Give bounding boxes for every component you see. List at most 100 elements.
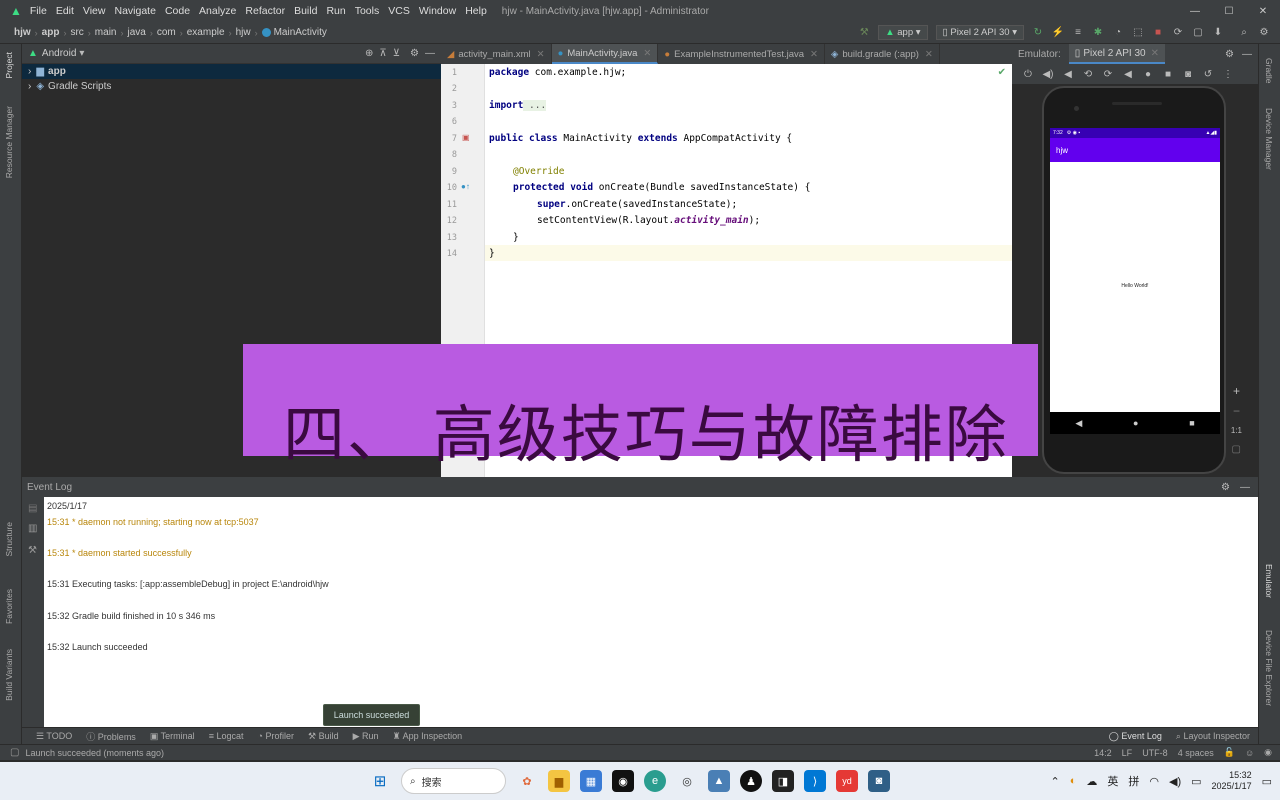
tab-structure[interactable]: Structure [4,522,14,557]
event-log-body[interactable]: 2025/1/17 15:31 * daemon not running; st… [44,497,1258,727]
nav-back-icon[interactable]: ◀ [1075,418,1082,429]
battery-icon[interactable]: ▭ [1191,775,1201,788]
qq-icon[interactable]: ♟ [740,770,762,792]
close-icon[interactable]: ✕ [1151,48,1159,59]
activity-gutter-icon[interactable]: ▣ [462,133,470,142]
sdk-manager-icon[interactable]: ⬇ [1210,25,1226,41]
status-panel-icon[interactable]: ▢ [10,747,19,758]
chevron-down-icon[interactable]: ▾ [79,48,84,59]
hide-icon[interactable]: — [1240,482,1250,493]
snapshot-icon[interactable]: ↺ [1200,66,1216,82]
menu-edit[interactable]: Edit [56,5,74,17]
app-icon[interactable]: ◎ [676,770,698,792]
menu-help[interactable]: Help [465,5,487,17]
tab-layout-inspector[interactable]: ⌕ Layout Inspector [1176,731,1250,742]
zoom-in-icon[interactable]: + [1233,384,1240,398]
stop-icon[interactable]: ■ [1150,25,1166,41]
target-icon[interactable]: ⊕ [365,48,373,59]
tab-device-manager[interactable]: Device Manager [1264,108,1274,170]
device-select[interactable]: ▯ Pixel 2 API 30 ▾ [935,25,1024,40]
start-icon[interactable]: ⊞ [369,770,391,792]
menu-vcs[interactable]: VCS [388,5,410,17]
search-icon[interactable]: ⌕ [1236,25,1252,41]
tab-run[interactable]: ▶ Run [353,731,379,742]
notifications-icon[interactable]: ▭ [1262,775,1272,788]
menu-refactor[interactable]: Refactor [245,5,285,17]
expand-all-icon[interactable]: ⊻ [393,48,400,59]
mark-read-icon[interactable]: ▤ [28,503,37,514]
notification-icon[interactable]: ◉ [1264,747,1272,758]
caret-position[interactable]: 14:2 [1094,748,1112,758]
chevron-up-icon[interactable]: ⌃ [1051,775,1060,788]
tree-item-app[interactable]: › ▆ app [22,64,441,79]
breadcrumb-item[interactable]: app [42,27,60,38]
hammer-icon[interactable]: ⚒ [856,25,872,41]
cloud-icon[interactable]: ☁ [1086,775,1097,788]
tab-resource-manager[interactable]: Resource Manager [4,106,14,178]
zoom-actual-label[interactable]: 1:1 [1231,426,1242,435]
tab-app-inspection[interactable]: ♜ App Inspection [393,731,463,742]
hide-icon[interactable]: — [425,48,435,59]
power-icon[interactable]: ⏻ [1020,66,1036,82]
lock-icon[interactable]: 🔓 [1224,747,1235,758]
menu-view[interactable]: View [83,5,106,17]
close-icon[interactable]: ✕ [810,49,818,60]
apply-code-changes-icon[interactable]: ≡ [1070,25,1086,41]
breadcrumb-item[interactable]: main [95,27,117,38]
widget-icon[interactable]: ✿ [516,770,538,792]
gear-icon[interactable]: ⚙ [410,48,419,59]
rotate-right-icon[interactable]: ⟳ [1100,66,1116,82]
menu-file[interactable]: File [30,5,47,17]
run-config-select[interactable]: ▲ app ▾ [878,25,928,40]
back-icon[interactable]: ◀ [1120,66,1136,82]
edge-icon[interactable]: e [644,770,666,792]
close-icon[interactable]: ✕ [643,48,651,59]
profile-icon[interactable]: ◔ [1110,25,1126,41]
sync-gradle-icon[interactable]: ⟳ [1170,25,1186,41]
debug-icon[interactable]: ✱ [1090,25,1106,41]
close-icon[interactable]: ✕ [537,49,545,60]
settings-icon[interactable]: ⚙ [1256,25,1272,41]
clock[interactable]: 15:32 2025/1/17 [1212,770,1252,792]
tab-build-variants[interactable]: Build Variants [4,649,14,701]
breadcrumb-item[interactable]: java [127,27,145,38]
tab-example-instrumented-test[interactable]: ● ExampleInstrumentedTest.java ✕ [658,44,825,64]
tree-item-gradle-scripts[interactable]: › ◈ Gradle Scripts [22,79,441,94]
breadcrumb-item[interactable]: example [187,27,225,38]
wifi-icon[interactable]: ◠ [1149,775,1159,788]
vscode-icon[interactable]: ⟩ [804,770,826,792]
tab-todo[interactable]: ☰ TODO [36,731,72,742]
github-icon[interactable]: ◉ [612,770,634,792]
maximize-button[interactable]: ☐ [1212,6,1246,17]
more-icon[interactable]: ⋮ [1220,66,1236,82]
hide-icon[interactable]: — [1242,49,1252,60]
tab-gradle[interactable]: Gradle [1264,58,1274,84]
tab-favorites[interactable]: Favorites [4,589,14,624]
zoom-out-icon[interactable]: − [1233,404,1240,418]
breadcrumb-item[interactable]: hjw [14,27,31,38]
menu-code[interactable]: Code [165,5,190,17]
volume-icon[interactable]: ◀) [1169,775,1181,788]
gear-icon[interactable]: ⚙ [1221,482,1230,493]
tab-activity-main-xml[interactable]: ◢ activity_main.xml ✕ [441,44,552,64]
close-icon[interactable]: ✕ [925,49,933,60]
tab-build[interactable]: ⚒ Build [308,731,339,742]
code-folded[interactable]: ... [523,100,547,111]
breadcrumb-item[interactable]: com [157,27,176,38]
home-icon[interactable]: ● [1140,66,1156,82]
photos-icon[interactable]: ▲ [708,770,730,792]
store-icon[interactable]: ▦ [580,770,602,792]
tab-event-log[interactable]: ◯ Event Log [1109,731,1162,742]
device-manager-icon[interactable]: ▢ [1190,25,1206,41]
nav-home-icon[interactable]: ● [1133,418,1138,428]
fit-screen-icon[interactable]: ▢ [1232,444,1241,455]
collapse-all-icon[interactable]: ⊼ [379,48,386,59]
android-studio-taskbar-icon[interactable]: ◙ [868,770,890,792]
tab-profiler[interactable]: ◔ Profiler [258,731,294,741]
status-message[interactable]: Launch succeeded (moments ago) [25,748,164,758]
tab-problems[interactable]: ⓘ Problems [86,730,136,743]
indent-setting[interactable]: 4 spaces [1178,748,1214,758]
rerun-icon[interactable]: ↻ [1030,25,1046,41]
ime-mode[interactable]: 拼 [1128,773,1139,789]
minimize-button[interactable]: — [1178,6,1212,17]
